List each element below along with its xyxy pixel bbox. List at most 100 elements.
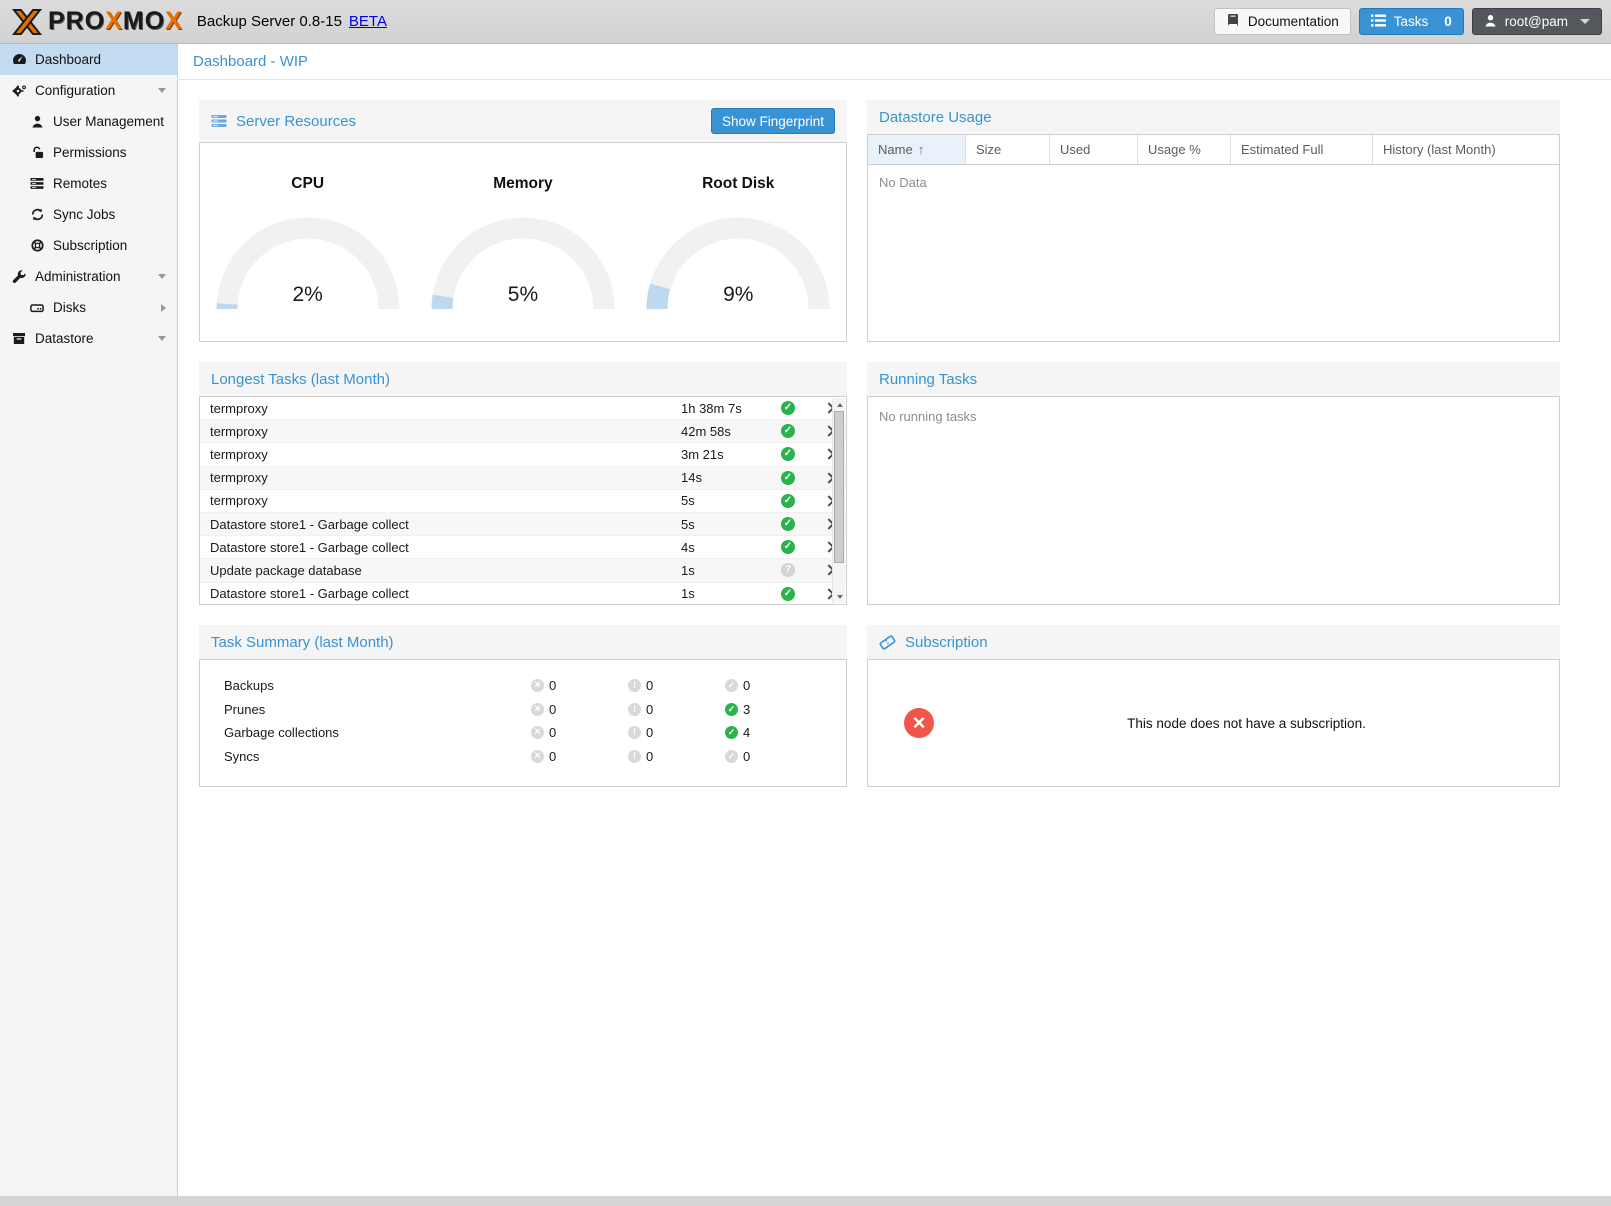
- sidebar-item-subscription[interactable]: Subscription: [0, 230, 177, 261]
- task-row[interactable]: termproxy 42m 58s: [200, 420, 846, 443]
- page-title: Dashboard - WIP: [179, 44, 1611, 80]
- sidebar-item-label: Subscription: [53, 238, 127, 253]
- ok-count: 0: [743, 678, 750, 693]
- longest-tasks-panel: Longest Tasks (last Month) termproxy 1h …: [199, 362, 847, 605]
- panel-title: Datastore Usage: [879, 109, 992, 126]
- column-header-name[interactable]: Name↑: [868, 135, 966, 164]
- gauge-label: CPU: [200, 175, 415, 193]
- task-row[interactable]: termproxy 14s: [200, 467, 846, 490]
- task-row[interactable]: Datastore store1 - Garbage collect 1s: [200, 583, 846, 606]
- error-count: 0: [549, 702, 556, 717]
- tachometer-icon: [11, 53, 27, 66]
- sidebar-item-administration[interactable]: Administration: [0, 261, 177, 292]
- book-icon: [1226, 13, 1240, 30]
- panel-title: Subscription: [905, 634, 988, 651]
- status-ok-icon: [781, 540, 795, 554]
- error-count: 0: [549, 749, 556, 764]
- documentation-button[interactable]: Documentation: [1214, 8, 1351, 35]
- column-header-used[interactable]: Used: [1050, 135, 1138, 164]
- ticket-icon: [879, 635, 896, 650]
- warning-count: 0: [646, 678, 653, 693]
- task-duration: 5s: [681, 493, 781, 508]
- sidebar-nav: Dashboard Configuration User Management …: [0, 44, 178, 1196]
- task-row[interactable]: Update package database 1s: [200, 559, 846, 582]
- summary-row: Garbage collections 0 0 4: [200, 721, 846, 745]
- sidebar-item-sync-jobs[interactable]: Sync Jobs: [0, 199, 177, 230]
- sidebar-item-datastore[interactable]: Datastore: [0, 323, 177, 354]
- ok-count: 0: [743, 749, 750, 764]
- sidebar-item-label: Remotes: [53, 176, 107, 191]
- scrollbar[interactable]: [832, 398, 845, 603]
- sidebar-item-label: Dashboard: [35, 52, 101, 67]
- task-row[interactable]: termproxy 3m 21s: [200, 443, 846, 466]
- warning-count: 0: [646, 725, 653, 740]
- warning-count-icon: [628, 750, 641, 763]
- task-row[interactable]: Datastore store1 - Garbage collect 5s: [200, 513, 846, 536]
- user-menu-button[interactable]: root@pam: [1472, 8, 1602, 35]
- ok-count: 4: [743, 725, 750, 740]
- ok-count: 3: [743, 702, 750, 717]
- status-ok-icon: [781, 447, 795, 461]
- summary-label: Backups: [200, 678, 531, 693]
- task-row[interactable]: termproxy 1h 38m 7s: [200, 397, 846, 420]
- user-name-label: root@pam: [1505, 14, 1568, 29]
- task-duration: 1h 38m 7s: [681, 401, 781, 416]
- warning-count-icon: [628, 726, 641, 739]
- expander-right-icon[interactable]: [161, 304, 166, 312]
- task-name: Update package database: [200, 563, 681, 578]
- beta-link[interactable]: BETA: [349, 13, 387, 30]
- task-duration: 5s: [681, 517, 781, 532]
- column-header-size[interactable]: Size: [966, 135, 1050, 164]
- scroll-down-button[interactable]: [833, 590, 846, 603]
- status-ok-icon: [781, 401, 795, 415]
- panel-title: Task Summary (last Month): [211, 634, 394, 651]
- gauge-value: 9%: [631, 283, 846, 307]
- memory-gauge: Memory 5%: [415, 143, 630, 341]
- unlock-icon: [29, 146, 45, 159]
- tasks-count-badge: 0: [1444, 14, 1452, 29]
- sidebar-item-dashboard[interactable]: Dashboard: [0, 44, 177, 75]
- product-version-label: Backup Server 0.8-15: [197, 13, 342, 30]
- resource-bars-icon: [211, 114, 227, 128]
- show-fingerprint-button[interactable]: Show Fingerprint: [711, 108, 835, 134]
- task-row[interactable]: Datastore store1 - Garbage collect 4s: [200, 536, 846, 559]
- panel-title: Longest Tasks (last Month): [211, 371, 390, 388]
- error-count-icon: [531, 726, 544, 739]
- status-ok-icon: [781, 424, 795, 438]
- subscription-message: This node does not have a subscription.: [934, 716, 1559, 731]
- ok-count-icon: [725, 703, 738, 716]
- task-list-icon: [1371, 14, 1386, 30]
- expander-down-icon[interactable]: [158, 336, 166, 341]
- summary-row: Syncs 0 0 0: [200, 745, 846, 769]
- gauge-value: 2%: [200, 283, 415, 307]
- documentation-label: Documentation: [1248, 14, 1339, 29]
- sidebar-item-disks[interactable]: Disks: [0, 292, 177, 323]
- error-count-icon: [531, 750, 544, 763]
- sidebar-item-user-management[interactable]: User Management: [0, 106, 177, 137]
- sidebar-item-configuration[interactable]: Configuration: [0, 75, 177, 106]
- tasks-button[interactable]: Tasks 0: [1359, 8, 1464, 35]
- panel-title: Running Tasks: [879, 371, 977, 388]
- task-duration: 42m 58s: [681, 424, 781, 439]
- sidebar-item-remotes[interactable]: Remotes: [0, 168, 177, 199]
- scroll-up-button[interactable]: [833, 398, 846, 411]
- expander-down-icon[interactable]: [158, 88, 166, 93]
- column-header-usage-pct[interactable]: Usage %: [1138, 135, 1231, 164]
- column-header-history[interactable]: History (last Month): [1373, 135, 1559, 164]
- no-subscription-error-icon: ×: [904, 708, 934, 738]
- column-header-estimated-full[interactable]: Estimated Full: [1231, 135, 1373, 164]
- expander-down-icon[interactable]: [158, 274, 166, 279]
- scrollbar-thumb[interactable]: [834, 411, 844, 563]
- proxmox-logo: PROXMOX: [10, 7, 183, 37]
- empty-state-text: No running tasks: [868, 397, 1559, 424]
- hdd-icon: [29, 302, 45, 314]
- cpu-gauge: CPU 2%: [200, 143, 415, 341]
- gauge-label: Root Disk: [631, 175, 846, 193]
- gauge-label: Memory: [415, 175, 630, 193]
- sidebar-item-permissions[interactable]: Permissions: [0, 137, 177, 168]
- root-disk-gauge: Root Disk 9%: [631, 143, 846, 341]
- task-row[interactable]: termproxy 5s: [200, 490, 846, 513]
- server-resources-panel: Server Resources Show Fingerprint CPU 2%…: [199, 100, 847, 342]
- task-name: Datastore store1 - Garbage collect: [200, 517, 681, 532]
- user-icon: [1484, 14, 1497, 30]
